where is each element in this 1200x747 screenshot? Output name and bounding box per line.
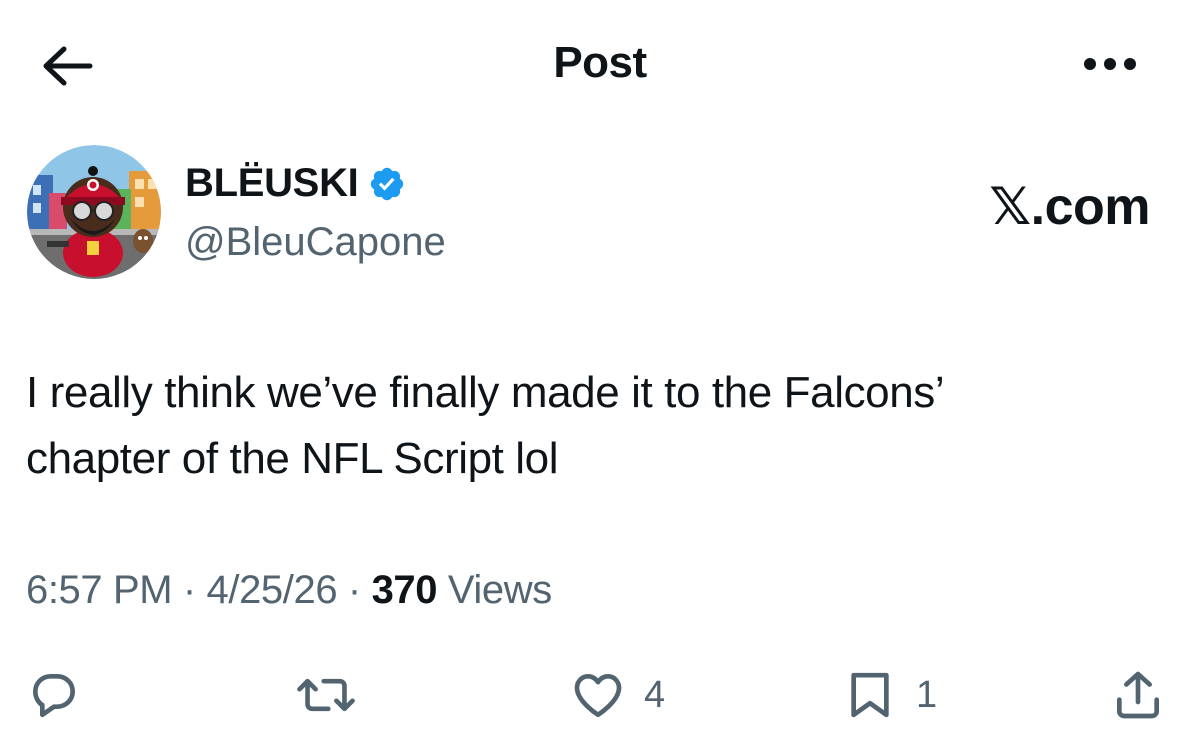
like-count: 4 (644, 673, 666, 716)
share-icon (1110, 667, 1166, 723)
bookmark-button[interactable]: 1 (842, 660, 937, 730)
post-date[interactable]: 4/25/26 (207, 568, 338, 612)
author-row: BLËUSKI @BleuCapone 𝕏.com (24, 143, 1184, 283)
display-name: BLËUSKI (185, 161, 359, 205)
post-time[interactable]: 6:57 PM (26, 568, 173, 612)
x-com-watermark: 𝕏.com (989, 178, 1150, 236)
post-text-line: chapter of the NFL Script lol (26, 434, 559, 483)
heart-icon (570, 667, 626, 723)
repost-icon (296, 667, 356, 723)
page-title: Post (553, 38, 647, 87)
verified-badge-icon (368, 165, 406, 203)
bookmark-icon (842, 667, 898, 723)
meta-separator: · (337, 568, 372, 612)
avatar[interactable] (27, 145, 161, 279)
top-bar: Post (0, 0, 1200, 130)
repost-button[interactable] (296, 660, 356, 730)
views-label: Views (437, 568, 552, 612)
post-text: I really think we’ve finally made it to … (26, 360, 1176, 492)
more-horizontal-icon (1083, 57, 1137, 71)
like-button[interactable]: 4 (570, 660, 665, 730)
display-name-row[interactable]: BLËUSKI (185, 161, 406, 206)
share-button[interactable] (1110, 660, 1166, 730)
more-button[interactable] (1078, 44, 1142, 84)
reply-icon (26, 667, 82, 723)
meta-separator: · (172, 568, 207, 612)
post-meta: 6:57 PM · 4/25/26 · 370 Views (26, 568, 552, 613)
post-text-line: I really think we’ve finally made it to … (26, 368, 945, 417)
bookmark-count: 1 (916, 673, 938, 716)
user-handle[interactable]: @BleuCapone (185, 220, 446, 265)
reply-button[interactable] (26, 660, 82, 730)
views-count: 370 (371, 568, 438, 612)
action-bar: 4 1 (0, 660, 1200, 730)
